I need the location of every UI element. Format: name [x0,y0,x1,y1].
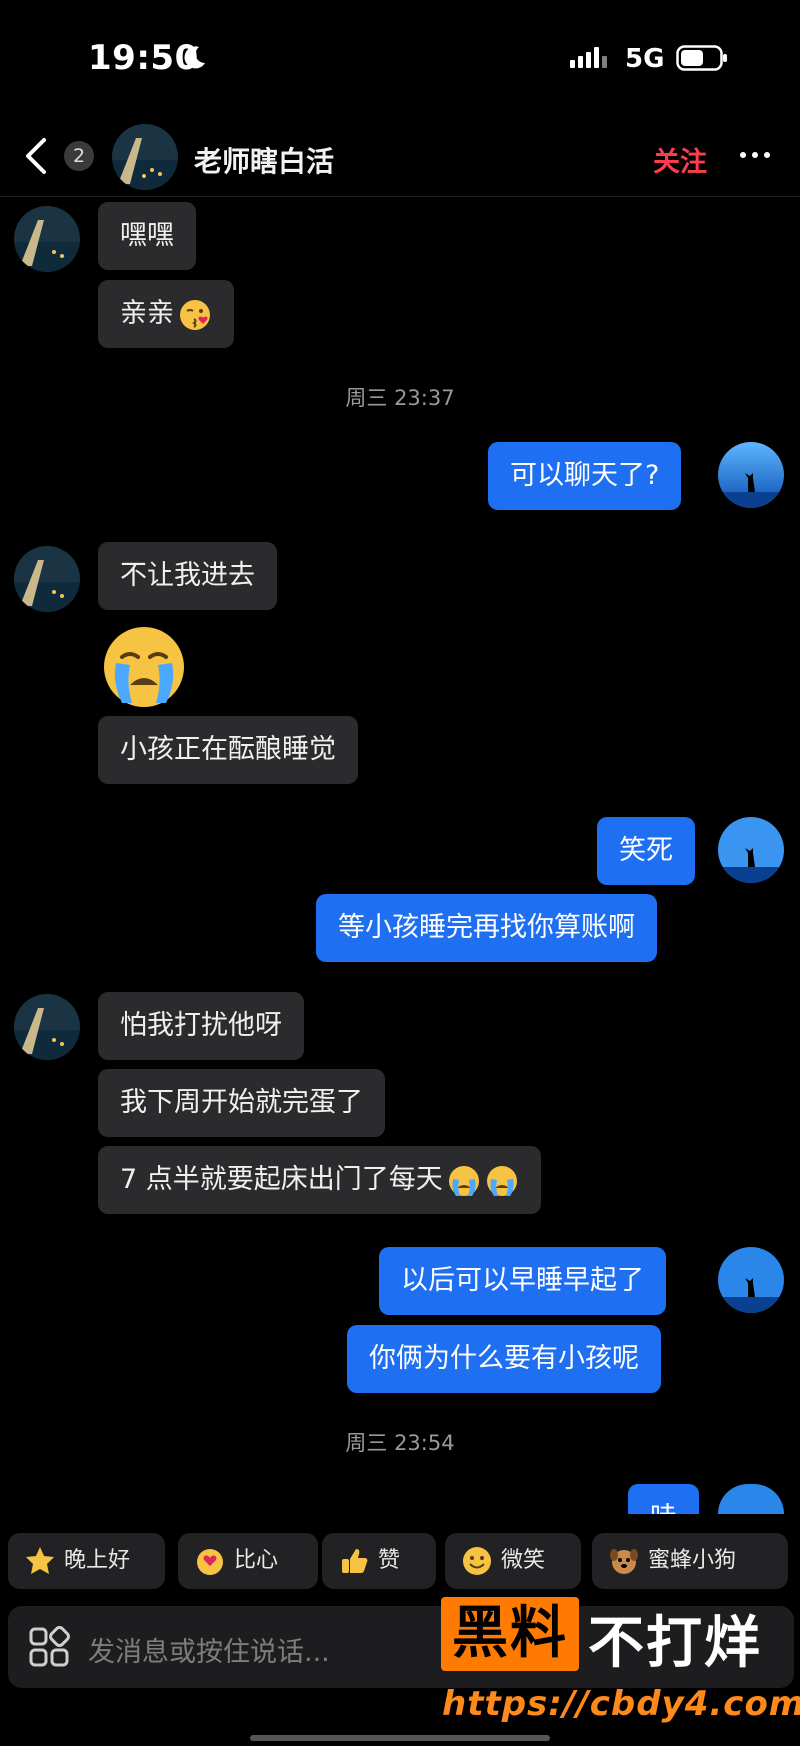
apps-grid-icon[interactable] [28,1626,70,1668]
dog-icon [610,1549,638,1574]
quick-reply-label: 赞 [378,1548,401,1573]
quick-reply-chip[interactable]: 赞 [322,1533,436,1589]
crying-face-emoji-icon [486,1165,517,1196]
moon-icon [184,46,205,69]
message-bubble-sent[interactable]: 可以聊天了? [488,442,682,510]
quick-reply-chip[interactable]: 晚上好 [8,1533,165,1589]
message-bubble-received[interactable]: 亲亲 [98,280,234,348]
more-dots-icon[interactable] [740,152,770,158]
my-avatar[interactable] [718,1484,784,1514]
smile-icon [463,1547,491,1575]
thumbs-up-icon [342,1549,368,1573]
contact-avatar[interactable] [14,206,80,272]
header-divider [0,196,800,197]
contact-avatar[interactable] [14,994,80,1060]
timestamp: 周三 23:54 [345,1431,455,1455]
message-bubble-received[interactable]: 7 点半就要起床出门了每天 [98,1146,541,1214]
quick-reply-chip[interactable]: 比心 [178,1533,318,1589]
quick-reply-chip[interactable]: 蜜蜂小狗 [592,1533,788,1589]
unread-count-badge[interactable]: 2 [64,141,94,171]
message-bubble-sent[interactable]: 笑死 [597,817,695,885]
heart-hands-icon [197,1549,223,1575]
battery-icon [676,45,727,71]
message-bubble-sent-partial[interactable]: 哇 [628,1484,704,1514]
contact-avatar[interactable] [112,124,178,190]
star-face-icon [26,1547,54,1574]
message-text: 亲亲 [120,298,174,329]
message-input[interactable]: 发消息或按住说话... [88,1630,330,1669]
message-bubble-received[interactable]: 嘿嘿 [98,202,196,270]
message-bubble-sent[interactable]: 等小孩睡完再找你算账啊 [316,894,657,962]
home-indicator[interactable] [250,1735,550,1741]
message-bubble-received[interactable]: 怕我打扰他呀 [98,992,304,1060]
message-bubble-sent[interactable]: 以后可以早睡早起了 [379,1247,666,1315]
watermark-logo-box: 黑料 [441,1597,579,1671]
message-bubble-sent[interactable]: 你俩为什么要有小孩呢 [347,1325,661,1393]
back-chevron-icon[interactable] [22,136,50,176]
contact-name[interactable]: 老师瞎白活 [194,140,334,180]
follow-button[interactable]: 关注 [653,140,707,179]
network-type: 5G [625,44,665,74]
quick-reply-chip[interactable]: 微笑 [445,1533,581,1589]
crying-face-emoji-icon [448,1165,479,1196]
message-bubble-received[interactable]: 不让我进去 [98,542,277,610]
quick-reply-bar: 晚上好 比心 赞 微笑 蜜蜂小狗 [8,1533,800,1589]
loudly-crying-face-emoji-icon[interactable] [100,623,188,711]
message-bubble-received[interactable]: 我下周开始就完蛋了 [98,1069,385,1137]
my-avatar[interactable] [718,817,784,883]
message-text: 哇 [628,1484,699,1514]
message-bubble-received[interactable]: 小孩正在酝酿睡觉 [98,716,358,784]
quick-reply-label: 晚上好 [64,1548,131,1573]
watermark-text: 不打烊 [588,1611,762,1676]
quick-reply-label: 比心 [234,1548,279,1573]
timestamp: 周三 23:37 [345,386,455,410]
my-avatar[interactable] [718,442,784,508]
my-avatar[interactable] [718,1247,784,1313]
signal-icon [570,47,607,68]
contact-avatar[interactable] [14,546,80,612]
message-text: 7 点半就要起床出门了每天 [120,1164,443,1195]
watermark-url: https://cbdy4.com [442,1684,800,1724]
quick-reply-label: 蜜蜂小狗 [648,1548,737,1573]
quick-reply-label: 微笑 [501,1548,546,1573]
kissing-face-emoji-icon [180,299,210,330]
